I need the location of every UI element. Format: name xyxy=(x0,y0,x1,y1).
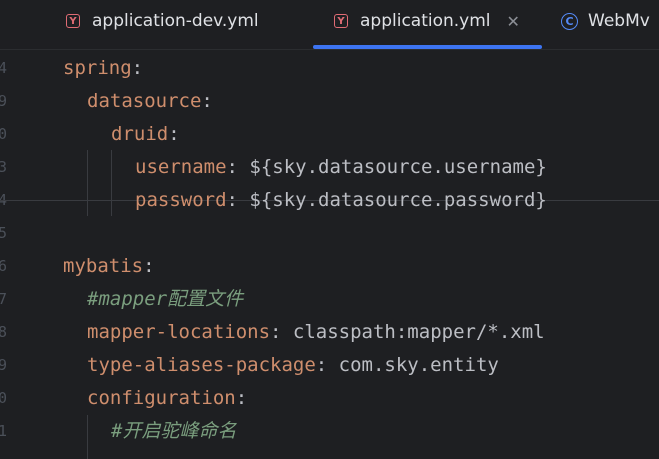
yaml-file-icon: Y xyxy=(66,14,80,28)
code-line: druid: xyxy=(111,118,180,151)
yaml-value: com.sky.entity xyxy=(338,354,499,376)
yaml-separator: : xyxy=(226,189,250,211)
yaml-value: ${sky.datasource.username} xyxy=(249,156,547,178)
yaml-key: username xyxy=(135,156,227,178)
code-editor[interactable]: spring: datasource: druid: username: ${s… xyxy=(0,50,659,459)
class-icon: C xyxy=(561,12,578,30)
yaml-separator: : xyxy=(315,354,339,376)
yaml-value: classpath:mapper/*.xml xyxy=(292,321,545,343)
yaml-file-icon: Y xyxy=(334,14,348,28)
yaml-key: type-aliases-package xyxy=(87,354,316,376)
tab-label: application.yml xyxy=(360,11,491,31)
code-line: #开启驼峰命名 xyxy=(111,415,236,448)
code-line: datasource: xyxy=(87,85,213,118)
indent-guide xyxy=(87,415,88,459)
yaml-separator: : xyxy=(168,123,180,145)
indent-guide xyxy=(87,150,88,216)
code-line: password: ${sky.datasource.password} xyxy=(135,184,547,217)
code-line: mapper-locations: classpath:mapper/*.xml xyxy=(87,316,545,349)
tab-webmvc[interactable]: C WebMv xyxy=(561,0,650,42)
tab-application-dev-yml[interactable]: Y application-dev.yml xyxy=(66,0,259,42)
yaml-key: mybatis xyxy=(63,255,144,277)
active-tab-indicator xyxy=(313,45,542,49)
yaml-comment: #开启驼峰命名 xyxy=(111,420,237,442)
editor-tab-bar: Y application-dev.yml Y application.yml … xyxy=(0,0,659,50)
yaml-value: ${sky.datasource.password} xyxy=(249,189,547,211)
yaml-separator: : xyxy=(143,255,155,277)
yaml-separator: : xyxy=(226,156,250,178)
tab-label: application-dev.yml xyxy=(92,11,259,31)
yaml-separator: : xyxy=(235,387,248,409)
yaml-key: spring xyxy=(63,57,132,79)
code-line: type-aliases-package: com.sky.entity xyxy=(87,349,499,382)
code-line: username: ${sky.datasource.username} xyxy=(135,151,547,184)
yaml-key: mapper-locations xyxy=(87,321,271,343)
code-line: configuration: xyxy=(87,382,247,415)
code-line: mybatis: xyxy=(63,250,155,283)
close-icon[interactable]: ✕ xyxy=(507,12,520,31)
yaml-key: druid xyxy=(111,123,169,145)
indent-guide xyxy=(111,150,112,216)
tab-application-yml[interactable]: Y application.yml ✕ xyxy=(334,0,520,42)
yaml-separator: : xyxy=(270,321,293,343)
yaml-key: configuration xyxy=(87,387,236,409)
tab-label: WebMv xyxy=(588,11,650,31)
yaml-separator: : xyxy=(201,90,213,112)
yaml-key: password xyxy=(135,189,227,211)
yaml-comment: #mapper配置文件 xyxy=(87,288,244,310)
code-line: spring: xyxy=(63,52,143,85)
yaml-separator: : xyxy=(131,57,144,79)
code-line: #mapper配置文件 xyxy=(87,283,243,316)
yaml-key: datasource xyxy=(87,90,202,112)
